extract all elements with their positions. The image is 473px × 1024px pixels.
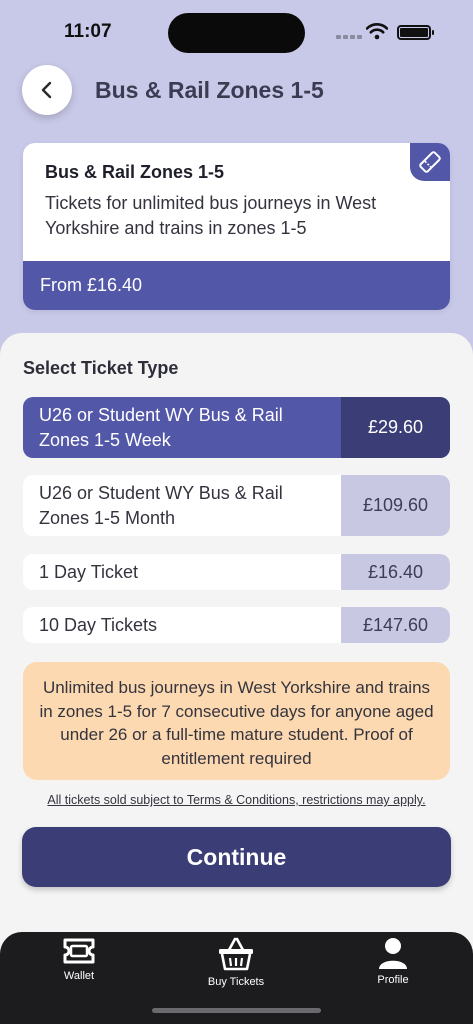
ticket-option-10-day[interactable]: 10 Day Tickets £147.60 (23, 607, 450, 643)
terms-link[interactable]: All tickets sold subject to Terms & Cond… (0, 793, 473, 807)
tab-wallet-label: Wallet (63, 970, 95, 982)
ticket-option-label: 10 Day Tickets (39, 614, 158, 635)
tab-wallet[interactable]: Wallet (24, 936, 134, 982)
ticket-option-label: U26 or Student WY Bus & Rail Zones 1-5 M… (39, 482, 283, 528)
tab-buy-tickets[interactable]: Buy Tickets (181, 936, 291, 988)
ticket-option-price: £16.40 (341, 554, 450, 590)
ticket-option-1-day[interactable]: 1 Day Ticket £16.40 (23, 554, 450, 590)
tab-profile[interactable]: Profile (338, 936, 448, 986)
tab-buy-tickets-label: Buy Tickets (207, 976, 265, 988)
status-time: 11:07 (64, 21, 112, 42)
ticket-option-label: 1 Day Ticket (39, 561, 139, 582)
status-bar: 11:07 (0, 0, 473, 60)
section-title: Select Ticket Type (23, 358, 179, 378)
ticket-option-u26-month[interactable]: U26 or Student WY Bus & Rail Zones 1-5 M… (23, 475, 450, 536)
from-price: From £16.40 (23, 261, 450, 310)
ticket-icon (419, 151, 441, 173)
wifi-icon (366, 23, 388, 40)
home-indicator (152, 1008, 321, 1013)
profile-icon (379, 938, 407, 969)
page-title: Bus & Rail Zones 1-5 (95, 77, 324, 103)
basket-icon (219, 937, 253, 971)
ticket-option-price: £109.60 (341, 475, 450, 536)
tab-profile-label: Profile (377, 974, 409, 986)
battery-icon (397, 25, 434, 40)
ticket-option-label: U26 or Student WY Bus & Rail Zones 1-5 W… (39, 404, 283, 450)
ticket-badge (410, 143, 450, 181)
ticket-option-price: £147.60 (341, 607, 450, 643)
back-button[interactable] (22, 65, 72, 115)
continue-button[interactable]: Continue (22, 827, 451, 887)
wallet-icon (63, 938, 95, 964)
dynamic-island (168, 13, 305, 53)
ticket-info-box: Unlimited bus journeys in West Yorkshire… (23, 662, 450, 780)
product-description: Tickets for unlimited bus journeys in We… (45, 193, 377, 238)
chevron-left-icon (41, 81, 52, 99)
product-name: Bus & Rail Zones 1-5 (45, 162, 225, 182)
ticket-option-u26-week[interactable]: U26 or Student WY Bus & Rail Zones 1-5 W… (23, 397, 450, 458)
signal-icon (336, 35, 362, 39)
product-card: Bus & Rail Zones 1-5 Tickets for unlimit… (23, 143, 450, 310)
ticket-option-price: £29.60 (341, 397, 450, 458)
